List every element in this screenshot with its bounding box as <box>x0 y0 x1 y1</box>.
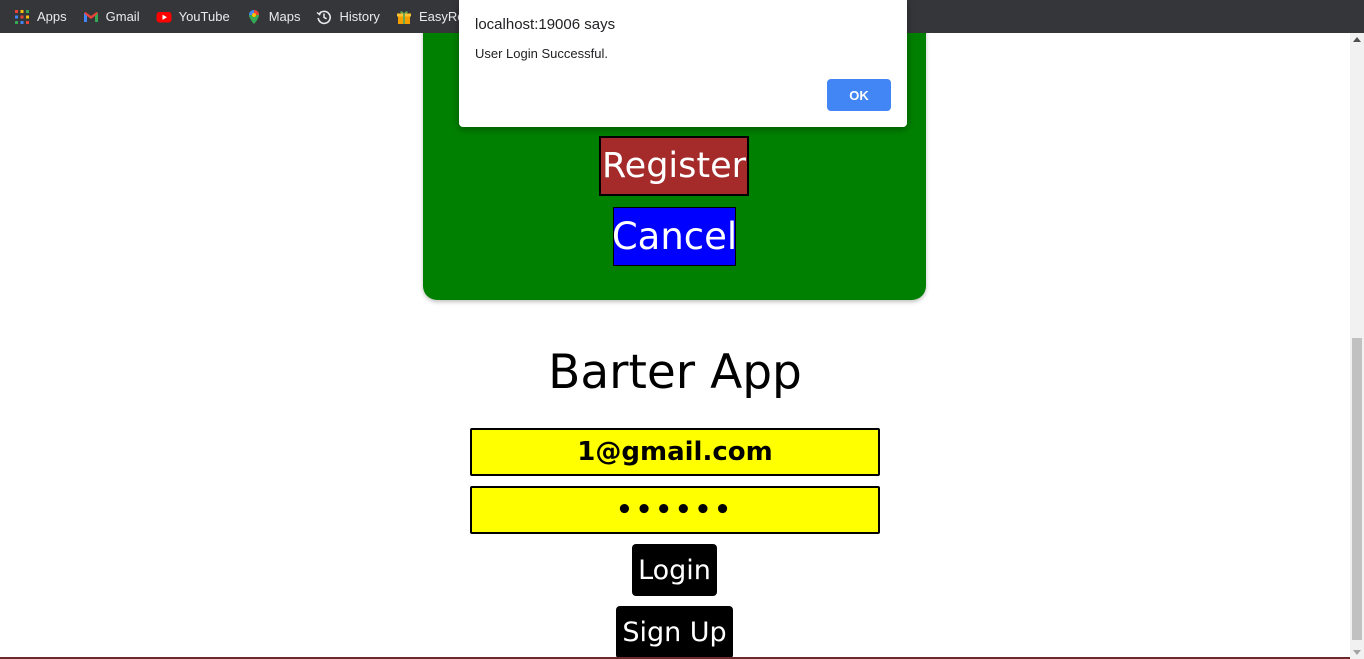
maps-pin-icon <box>246 9 262 25</box>
gmail-icon <box>83 9 99 25</box>
bookmark-label: Gmail <box>105 9 140 24</box>
bookmark-apps[interactable]: Apps <box>8 4 73 30</box>
bookmark-label: Maps <box>268 9 301 24</box>
bookmark-label: History <box>339 9 380 24</box>
history-icon <box>316 9 332 25</box>
login-button[interactable]: Login <box>632 544 717 596</box>
ok-button[interactable]: OK <box>827 79 891 111</box>
bookmark-gmail[interactable]: Gmail <box>77 4 146 30</box>
scrollbar-thumb[interactable] <box>1352 338 1362 640</box>
cancel-button[interactable]: Cancel <box>612 207 737 266</box>
signup-button[interactable]: Sign Up <box>616 606 733 659</box>
app-title: Barter App <box>548 345 802 400</box>
bookmark-label: YouTube <box>178 9 230 24</box>
bookmark-maps[interactable]: Maps <box>240 4 307 30</box>
easyrewards-icon <box>396 9 412 25</box>
bookmark-youtube[interactable]: YouTube <box>150 4 236 30</box>
bookmark-history[interactable]: History <box>310 4 385 30</box>
password-input[interactable]: •••••• <box>470 486 880 534</box>
dialog-message: User Login Successful. <box>475 46 608 61</box>
youtube-icon <box>156 9 172 25</box>
alert-dialog: localhost:19006 says User Login Successf… <box>459 0 907 127</box>
scroll-down-arrow-icon[interactable] <box>1353 650 1361 655</box>
vertical-scrollbar[interactable] <box>1350 33 1364 659</box>
scroll-up-arrow-icon[interactable] <box>1353 37 1361 42</box>
dialog-title: localhost:19006 says <box>475 16 616 33</box>
bookmark-label: Apps <box>37 9 67 24</box>
register-button[interactable]: Register <box>599 136 749 196</box>
email-input[interactable]: 1@gmail.com <box>470 428 880 476</box>
apps-grid-icon <box>14 9 30 25</box>
